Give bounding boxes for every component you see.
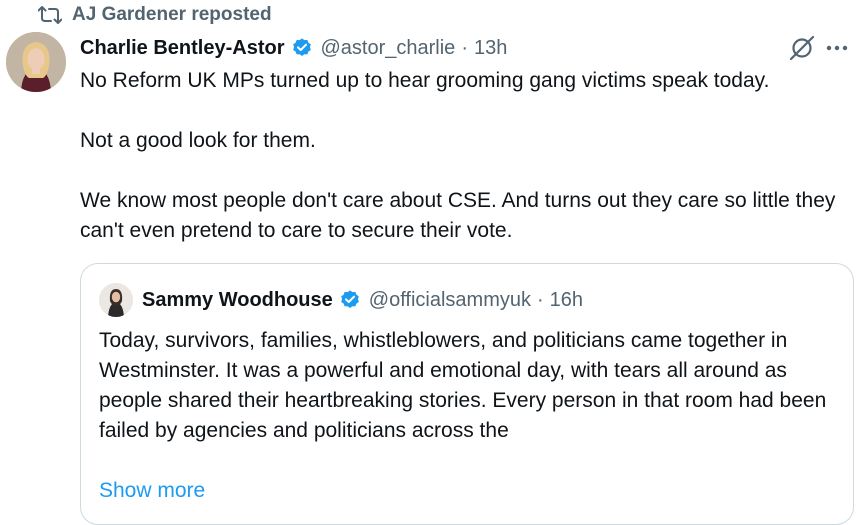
quoted-post-header: Sammy Woodhouse @officialsammyuk · 16h <box>142 284 583 316</box>
repost-icon <box>38 6 62 24</box>
author-handle[interactable]: @astor_charlie <box>321 37 456 60</box>
quoted-author-avatar[interactable] <box>99 283 133 317</box>
repost-indicator[interactable]: AJ Gardener reposted <box>38 2 272 28</box>
verified-badge-icon[interactable] <box>339 289 361 311</box>
quoted-author-name[interactable]: Sammy Woodhouse <box>142 289 333 312</box>
post-paragraph: We know most people don't care about CSE… <box>80 189 836 242</box>
verified-badge-icon[interactable] <box>291 37 313 59</box>
grok-icon[interactable] <box>788 34 816 62</box>
quoted-author-handle[interactable]: @officialsammyuk <box>369 289 531 312</box>
author-name[interactable]: Charlie Bentley-Astor <box>80 37 285 60</box>
show-more-link[interactable]: Show more <box>99 476 205 506</box>
quoted-header-separator: · <box>536 288 544 311</box>
quoted-post-body: Today, survivors, families, whistleblowe… <box>99 329 827 442</box>
author-avatar[interactable] <box>6 32 66 92</box>
quoted-post-timestamp[interactable]: 16h <box>550 289 583 312</box>
post-header: Charlie Bentley-Astor @astor_charlie · 1… <box>80 32 780 64</box>
repost-label[interactable]: AJ Gardener reposted <box>72 4 272 26</box>
post-paragraph: Not a good look for them. <box>80 129 316 152</box>
post-timestamp[interactable]: 13h <box>474 37 507 60</box>
post-body: No Reform UK MPs turned up to hear groom… <box>80 66 850 246</box>
header-separator: · <box>461 36 468 59</box>
more-options-icon[interactable] <box>820 36 854 60</box>
post-paragraph: No Reform UK MPs turned up to hear groom… <box>80 69 770 92</box>
quoted-post-card[interactable]: Sammy Woodhouse @officialsammyuk · 16h T… <box>80 263 854 525</box>
